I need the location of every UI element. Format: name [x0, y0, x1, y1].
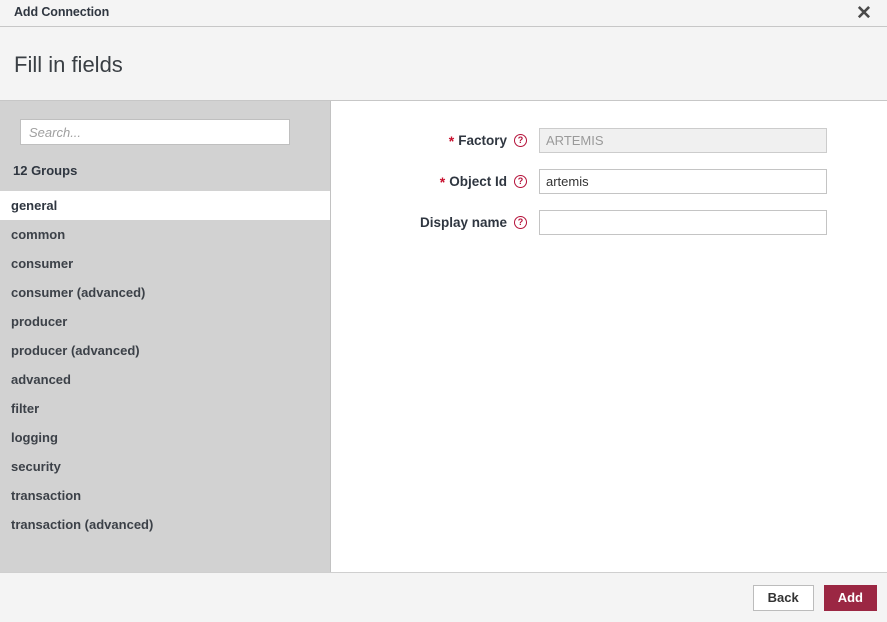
group-list-item-label: transaction (advanced): [11, 517, 153, 532]
group-list-item-label: advanced: [11, 372, 71, 387]
group-list-item-label: transaction: [11, 488, 81, 503]
field-control: [539, 210, 827, 235]
group-list-item[interactable]: filter: [0, 394, 330, 423]
group-list-item-label: producer: [11, 314, 67, 329]
field-control: [539, 128, 827, 153]
group-list-item[interactable]: consumer (advanced): [0, 278, 330, 307]
groups-sidebar: 12 Groups general common consumer consumer …: [0, 101, 331, 572]
group-list-item[interactable]: common: [0, 220, 330, 249]
add-connection-dialog: Add Connection ✕ Fill in fields 12 Group…: [0, 0, 887, 622]
dialog-footer: Back Add: [0, 572, 887, 622]
form-row: * Object Id?: [331, 161, 887, 202]
group-list-item-label: filter: [11, 401, 39, 416]
group-list-item[interactable]: producer: [0, 307, 330, 336]
group-list: general common consumer consumer (advanced)…: [0, 191, 330, 572]
help-icon[interactable]: ?: [514, 134, 527, 147]
field-input: [539, 128, 827, 153]
group-list-item-label: logging: [11, 430, 58, 445]
group-list-item[interactable]: logging: [0, 423, 330, 452]
group-list-item-label: common: [11, 227, 65, 242]
fields-form: *Factory?*Object Id?Display name?: [331, 101, 887, 572]
add-button[interactable]: Add: [824, 585, 877, 611]
field-control: [539, 169, 827, 194]
group-list-item-label: general: [11, 198, 57, 213]
dialog-title: Add Connection: [14, 5, 109, 19]
group-list-item[interactable]: consumer: [0, 249, 330, 278]
field-input[interactable]: [539, 210, 827, 235]
sidebar-search-area: 12 Groups: [0, 101, 330, 191]
group-list-item[interactable]: security: [0, 452, 330, 481]
group-list-item[interactable]: general: [0, 191, 330, 220]
form-row: Display name?: [331, 202, 887, 243]
close-icon[interactable]: ✕: [851, 1, 877, 25]
group-list-item[interactable]: transaction: [0, 481, 330, 510]
required-marker: *: [440, 174, 445, 190]
form-row: * Factory?: [331, 120, 887, 161]
group-list-item-label: producer (advanced): [11, 343, 140, 358]
field-label: Display name?: [331, 215, 539, 230]
page-title: Fill in fields: [14, 52, 123, 78]
group-list-item[interactable]: producer (advanced): [0, 336, 330, 365]
help-icon[interactable]: ?: [514, 175, 527, 188]
required-marker: *: [449, 133, 454, 149]
dialog-titlebar: Add Connection ✕: [0, 0, 887, 26]
field-label-text: Object Id: [449, 174, 507, 189]
field-label: * Factory?: [331, 133, 539, 149]
back-button[interactable]: Back: [753, 585, 814, 611]
dialog-body: 12 Groups general common consumer consumer …: [0, 101, 887, 572]
wizard-header: Fill in fields: [0, 26, 887, 101]
field-input[interactable]: [539, 169, 827, 194]
group-list-item[interactable]: advanced: [0, 365, 330, 394]
field-label: * Object Id?: [331, 174, 539, 190]
group-list-item-label: security: [11, 459, 61, 474]
help-icon[interactable]: ?: [514, 216, 527, 229]
groups-count-label: 12 Groups: [13, 163, 77, 178]
field-label-text: Factory: [458, 133, 507, 148]
group-list-item-label: consumer (advanced): [11, 285, 145, 300]
field-label-text: Display name: [420, 215, 507, 230]
group-list-item[interactable]: transaction (advanced): [0, 510, 330, 539]
group-list-item-label: consumer: [11, 256, 73, 271]
search-input[interactable]: [20, 119, 290, 145]
